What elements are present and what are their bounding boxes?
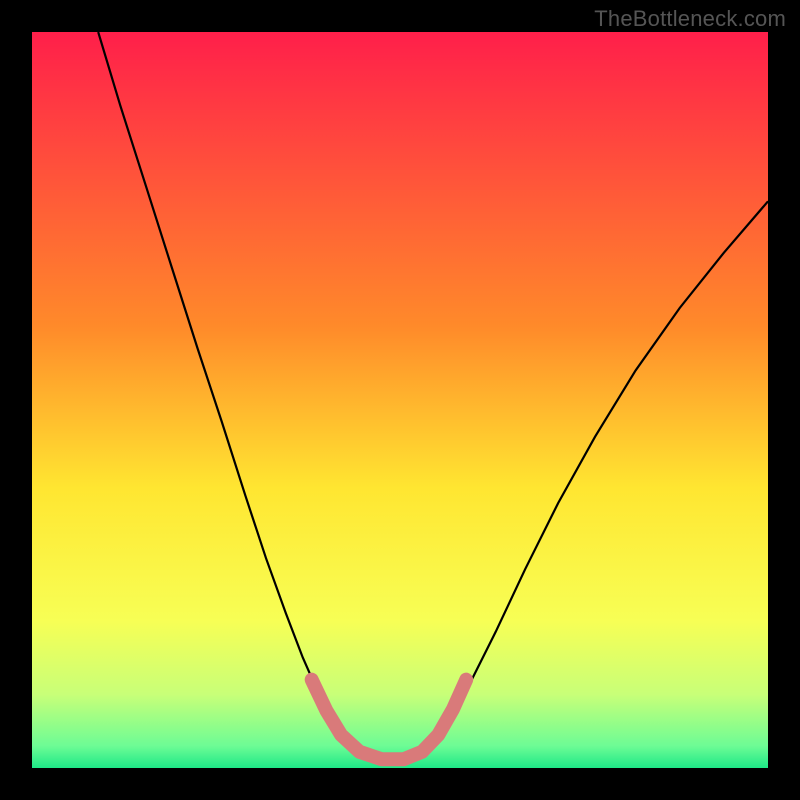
chart-canvas — [32, 32, 768, 768]
chart-frame: TheBottleneck.com — [0, 0, 800, 800]
gradient-background — [32, 32, 768, 768]
plot-area — [32, 32, 768, 768]
watermark-text: TheBottleneck.com — [594, 6, 786, 32]
